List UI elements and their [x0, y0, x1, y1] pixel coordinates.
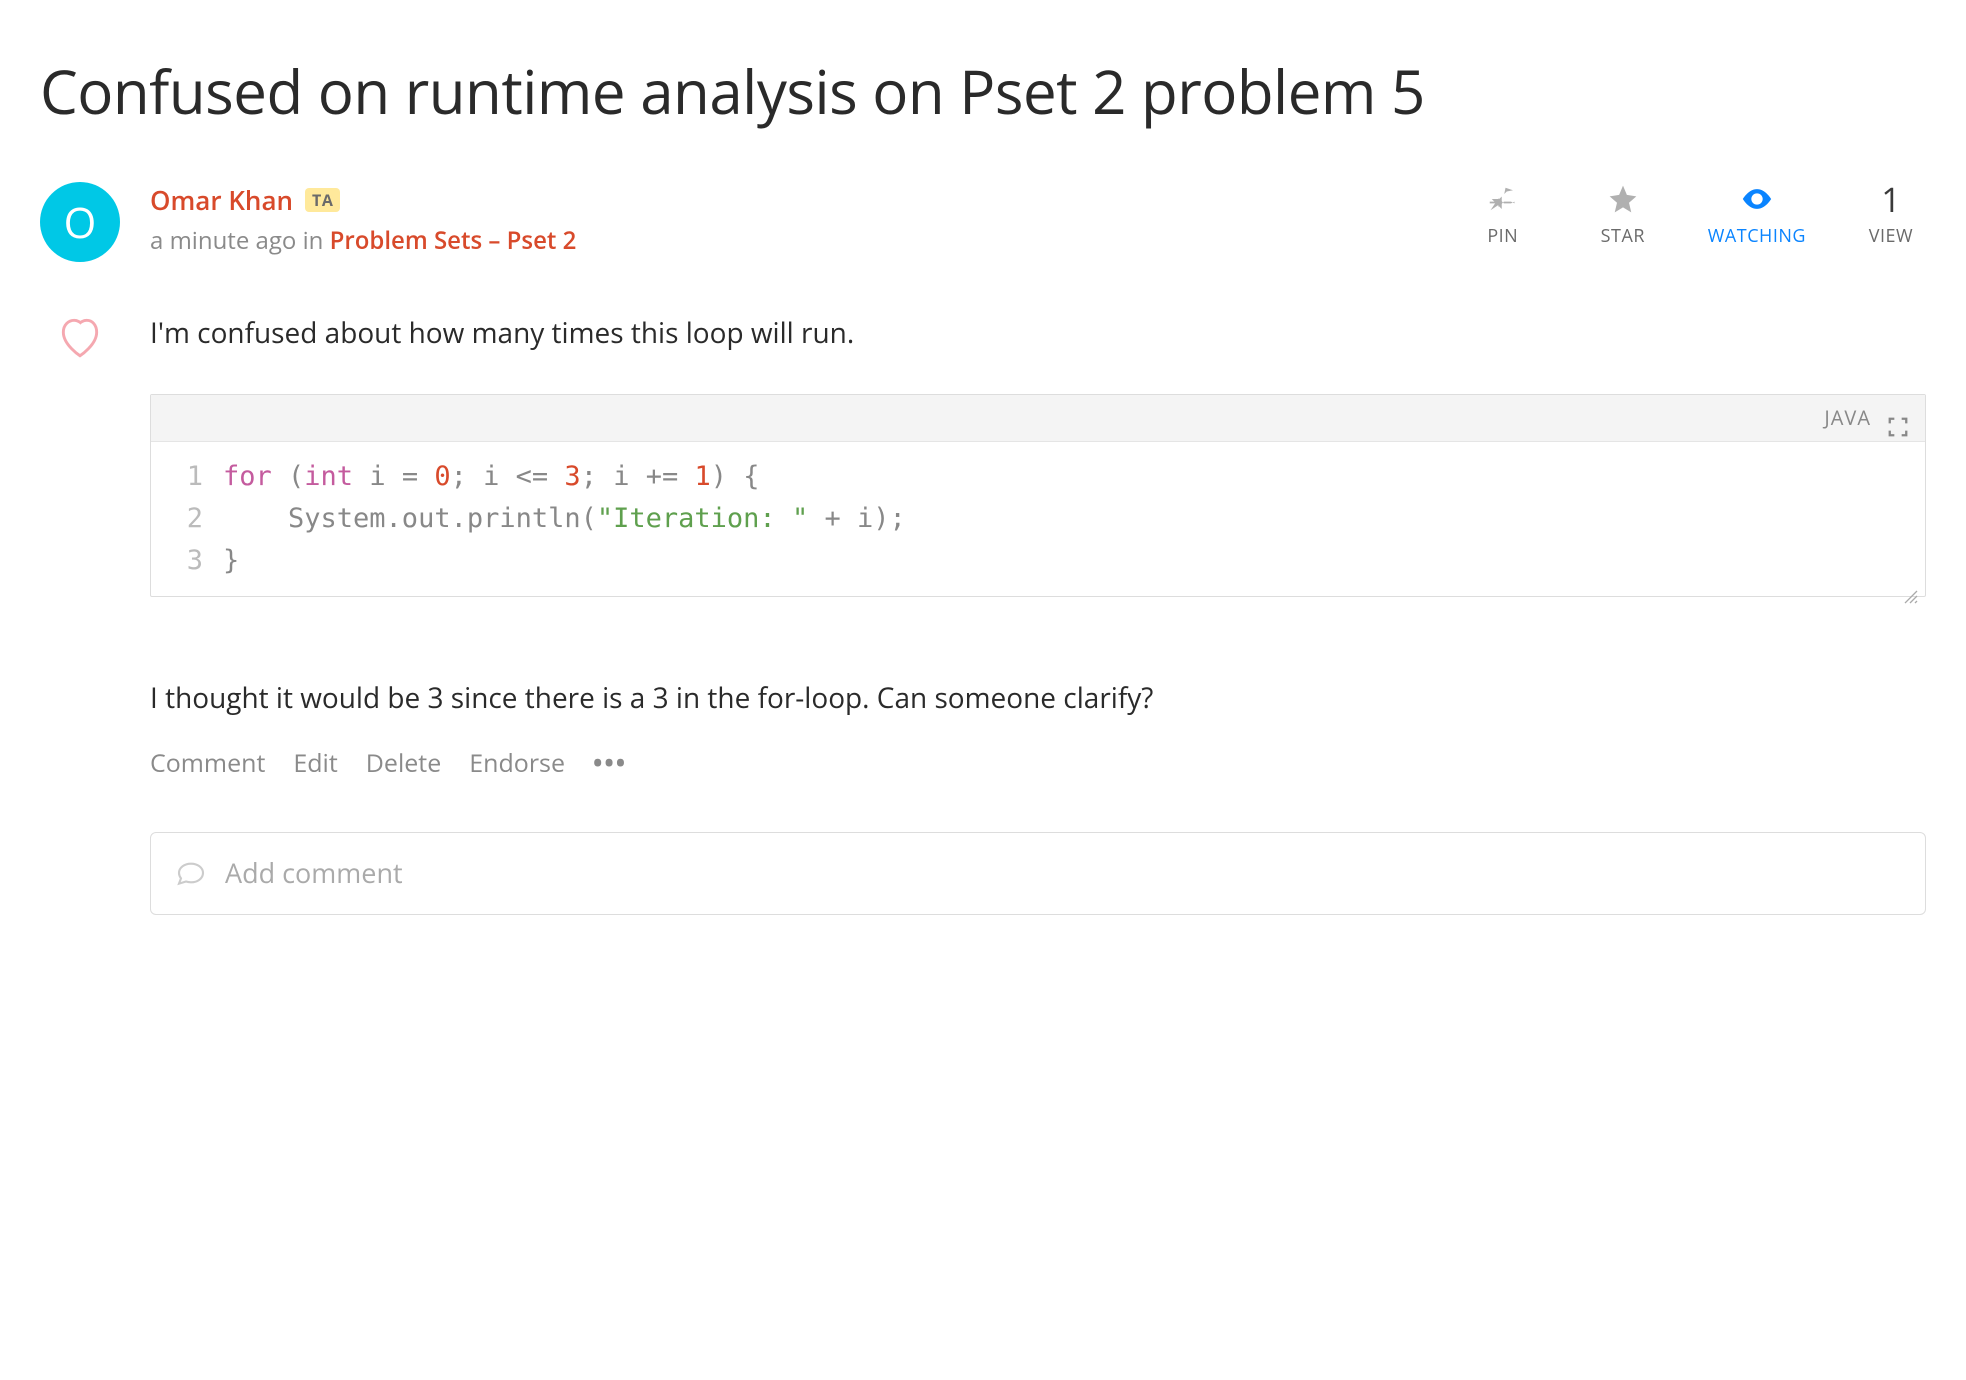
in-word: in [303, 224, 324, 257]
role-badge: TA [305, 188, 340, 212]
code-header: JAVA [151, 395, 1925, 442]
post-title: Confused on runtime analysis on Pset 2 p… [40, 50, 1926, 132]
line-content: System.out.println("Iteration: " + i); [223, 498, 906, 540]
post-body: I'm confused about how many times this l… [150, 312, 1926, 915]
category-link[interactable]: Problem Sets – Pset 2 [330, 224, 577, 257]
line-number: 2 [151, 498, 223, 540]
code-block: JAVA 1for (int i = 0; i <= 3; i += 1) {2… [150, 394, 1926, 597]
body-intro-text: I'm confused about how many times this l… [150, 312, 1926, 354]
author-avatar[interactable]: O [40, 182, 120, 262]
eye-icon [1740, 182, 1774, 216]
heart-icon[interactable] [55, 312, 105, 362]
view-label: VIEW [1869, 224, 1913, 248]
add-comment-input[interactable]: Add comment [150, 832, 1926, 915]
line-content: for (int i = 0; i <= 3; i += 1) { [223, 456, 760, 498]
more-actions-icon[interactable]: ••• [593, 745, 627, 783]
code-body: 1for (int i = 0; i <= 3; i += 1) {2 Syst… [151, 442, 1925, 596]
edit-action[interactable]: Edit [293, 745, 337, 783]
post-footer-actions: Comment Edit Delete Endorse ••• [150, 745, 1926, 783]
meta-subline: a minute ago in Problem Sets – Pset 2 [150, 224, 1438, 257]
like-column [40, 312, 120, 915]
star-label: STAR [1601, 224, 1645, 248]
timestamp: a minute ago [150, 224, 296, 257]
meta-left: Omar Khan TA a minute ago in Problem Set… [150, 182, 1438, 257]
line-number: 1 [151, 456, 223, 498]
body-followup-text: I thought it would be 3 since there is a… [150, 677, 1926, 719]
delete-action[interactable]: Delete [366, 745, 441, 783]
code-line: 3} [151, 540, 1925, 582]
post-body-row: I'm confused about how many times this l… [40, 312, 1926, 915]
comment-icon [175, 857, 207, 889]
meta-row: O Omar Khan TA a minute ago in Problem S… [40, 182, 1926, 262]
author-name[interactable]: Omar Khan [150, 182, 293, 218]
endorse-action[interactable]: Endorse [469, 745, 565, 783]
post-action-bar: PIN STAR WATCHING 1 VIEW [1468, 182, 1926, 248]
pin-label: PIN [1487, 224, 1518, 248]
line-content: } [223, 540, 239, 582]
view-count: 1 [1881, 182, 1900, 216]
pin-button[interactable]: PIN [1468, 182, 1538, 248]
line-number: 3 [151, 540, 223, 582]
view-counter: 1 VIEW [1856, 182, 1926, 248]
code-line: 1for (int i = 0; i <= 3; i += 1) { [151, 456, 1925, 498]
comment-action[interactable]: Comment [150, 745, 265, 783]
pin-icon [1486, 182, 1520, 216]
code-language-label: JAVA [1824, 403, 1871, 433]
star-icon [1606, 182, 1640, 216]
watching-button[interactable]: WATCHING [1708, 182, 1806, 248]
author-line: Omar Khan TA [150, 182, 1438, 218]
expand-icon[interactable] [1887, 407, 1909, 429]
resize-handle-icon[interactable] [1903, 576, 1921, 594]
star-button[interactable]: STAR [1588, 182, 1658, 248]
comment-placeholder: Add comment [225, 853, 403, 894]
post-container: Confused on runtime analysis on Pset 2 p… [40, 50, 1926, 915]
watching-label: WATCHING [1708, 224, 1806, 248]
code-line: 2 System.out.println("Iteration: " + i); [151, 498, 1925, 540]
